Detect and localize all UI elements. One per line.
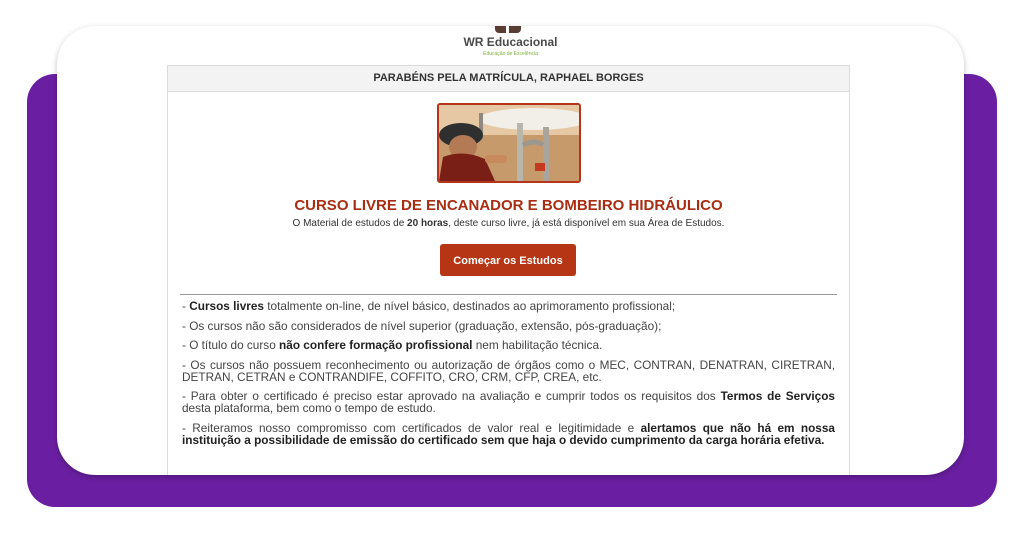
info-item: - Cursos livres totalmente on-line, de n… (182, 299, 676, 313)
info-item: - Para obter o certificado é preciso est… (182, 389, 835, 416)
screenshot-card: WR Educacional Educação de Excelência PA… (57, 26, 964, 475)
info-item: - Os cursos não são considerados de níve… (182, 318, 662, 333)
info-item: - Os cursos não possuem reconhecimento o… (182, 357, 835, 384)
brand-tagline: Educação de Excelência (483, 51, 538, 57)
panel-header: PARABÉNS PELA MATRÍCULA, RAPHAEL BORGES (168, 66, 849, 92)
info-item: - O título do curso não confere formação… (182, 338, 603, 353)
course-subtitle: O Material de estudos de 20 horas, deste… (292, 218, 725, 229)
info-list: - Cursos livres totalmente on-line, de n… (182, 300, 835, 454)
divider (180, 294, 837, 295)
start-studies-button[interactable]: Começar os Estudos (440, 244, 576, 276)
course-title: CURSO LIVRE DE ENCANADOR E BOMBEIRO HIDR… (294, 197, 723, 214)
info-item: - Reiteramos nosso compromisso com certi… (182, 420, 835, 447)
wr-logo-icon (495, 26, 521, 33)
enrollment-panel: PARABÉNS PELA MATRÍCULA, RAPHAEL BORGES … (167, 65, 850, 475)
brand-header: WR Educacional Educação de Excelência (57, 26, 964, 64)
course-image (437, 103, 581, 183)
brand-name: WR Educacional (463, 35, 558, 49)
